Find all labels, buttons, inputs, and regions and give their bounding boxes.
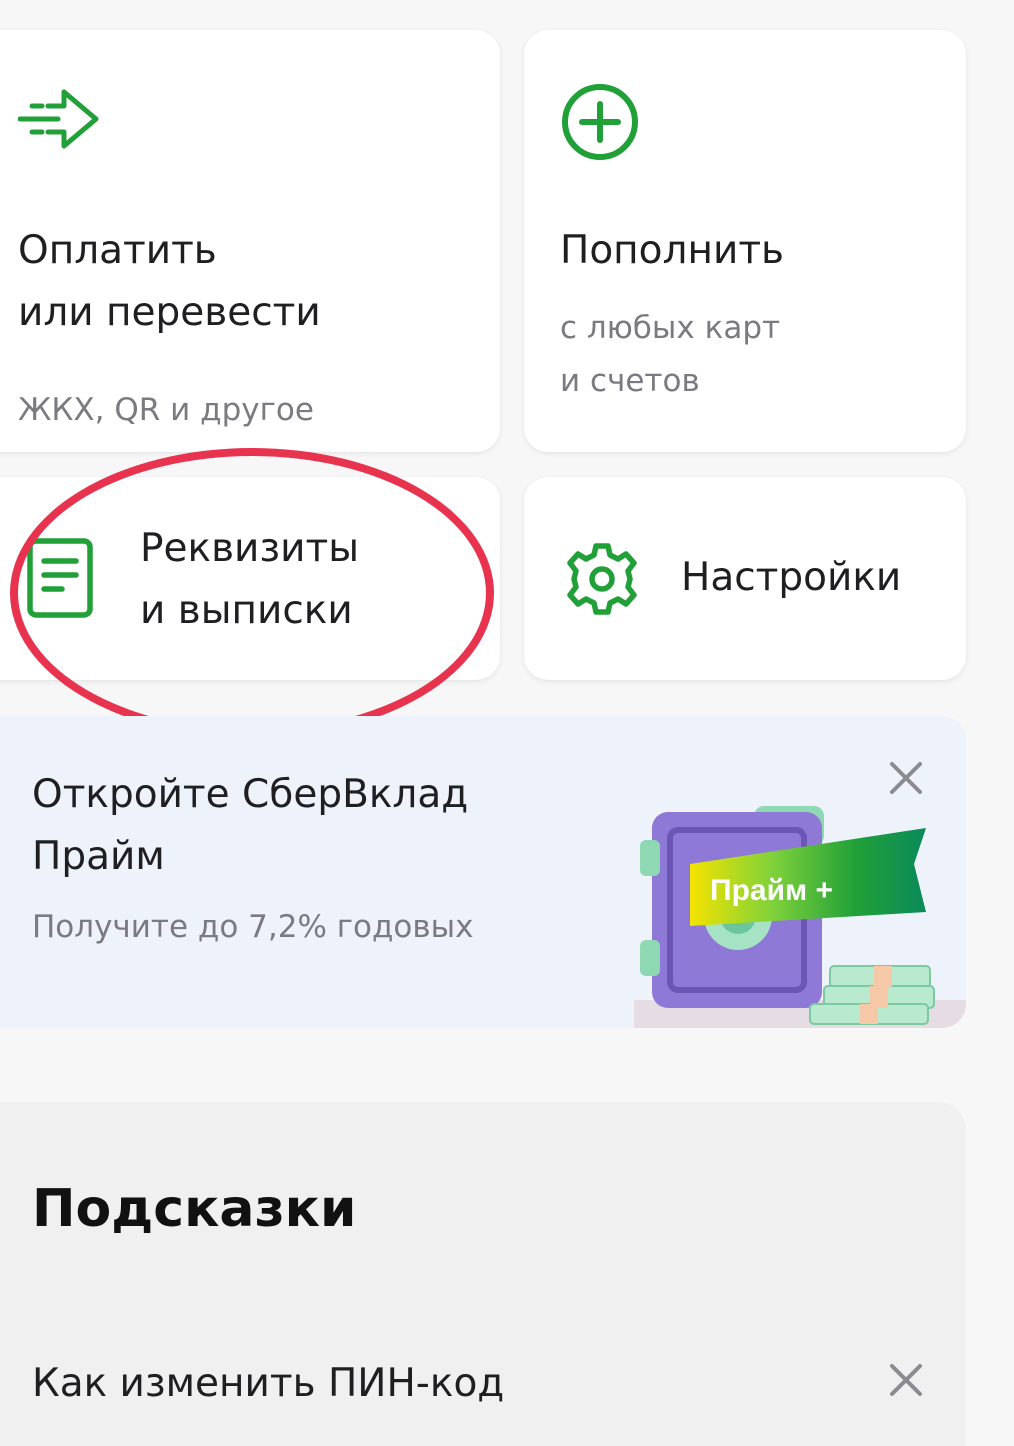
top-up-card[interactable]: Пополнить с любых карт и счетов [524, 30, 966, 452]
tips-section: Подсказки Как изменить ПИН-код [0, 1102, 966, 1446]
settings-card[interactable]: Настройки [524, 477, 966, 680]
requisites-title-line1: Реквизиты [140, 526, 359, 571]
document-icon [27, 538, 93, 618]
promo-subtitle: Получите до 7,2% годовых [32, 909, 474, 945]
close-icon[interactable] [886, 758, 926, 798]
pay-title: Оплатить или перевести [18, 220, 321, 344]
plus-circle-icon [562, 84, 638, 160]
promo-title-line2: Прайм [32, 834, 165, 879]
promo-badge-text: Прайм + [710, 874, 833, 907]
top-up-subtitle: с любых карт и счетов [560, 302, 780, 408]
safe-illustration: Прайм + [634, 806, 966, 1028]
promo-title-line1: Откройте СберВклад [32, 772, 469, 817]
promo-banner[interactable]: Откройте СберВклад Прайм Получите до 7,2… [0, 716, 966, 1028]
top-up-subtitle-line2: и счетов [560, 363, 700, 399]
home-screen: Оплатить или перевести ЖКХ, QR и другое … [0, 0, 1014, 1446]
tip-item[interactable]: Как изменить ПИН-код [32, 1354, 504, 1414]
requisites-title: Реквизиты и выписки [140, 518, 359, 642]
promo-title: Откройте СберВклад Прайм [32, 764, 468, 888]
send-arrow-icon [18, 89, 99, 149]
pay-title-line1: Оплатить [18, 228, 217, 273]
settings-title: Настройки [681, 555, 902, 600]
requisites-and-statements-card[interactable]: Реквизиты и выписки [0, 477, 500, 680]
tips-title: Подсказки [32, 1179, 357, 1239]
top-up-title: Пополнить [560, 228, 785, 273]
top-up-subtitle-line1: с любых карт [560, 310, 781, 346]
pay-or-transfer-card[interactable]: Оплатить или перевести ЖКХ, QR и другое [0, 30, 500, 452]
requisites-title-line2: и выписки [140, 588, 353, 633]
gear-icon [567, 543, 637, 615]
pay-subtitle: ЖКХ, QR и другое [18, 392, 314, 428]
pay-title-line2: или перевести [18, 290, 321, 335]
close-icon[interactable] [886, 1360, 926, 1400]
